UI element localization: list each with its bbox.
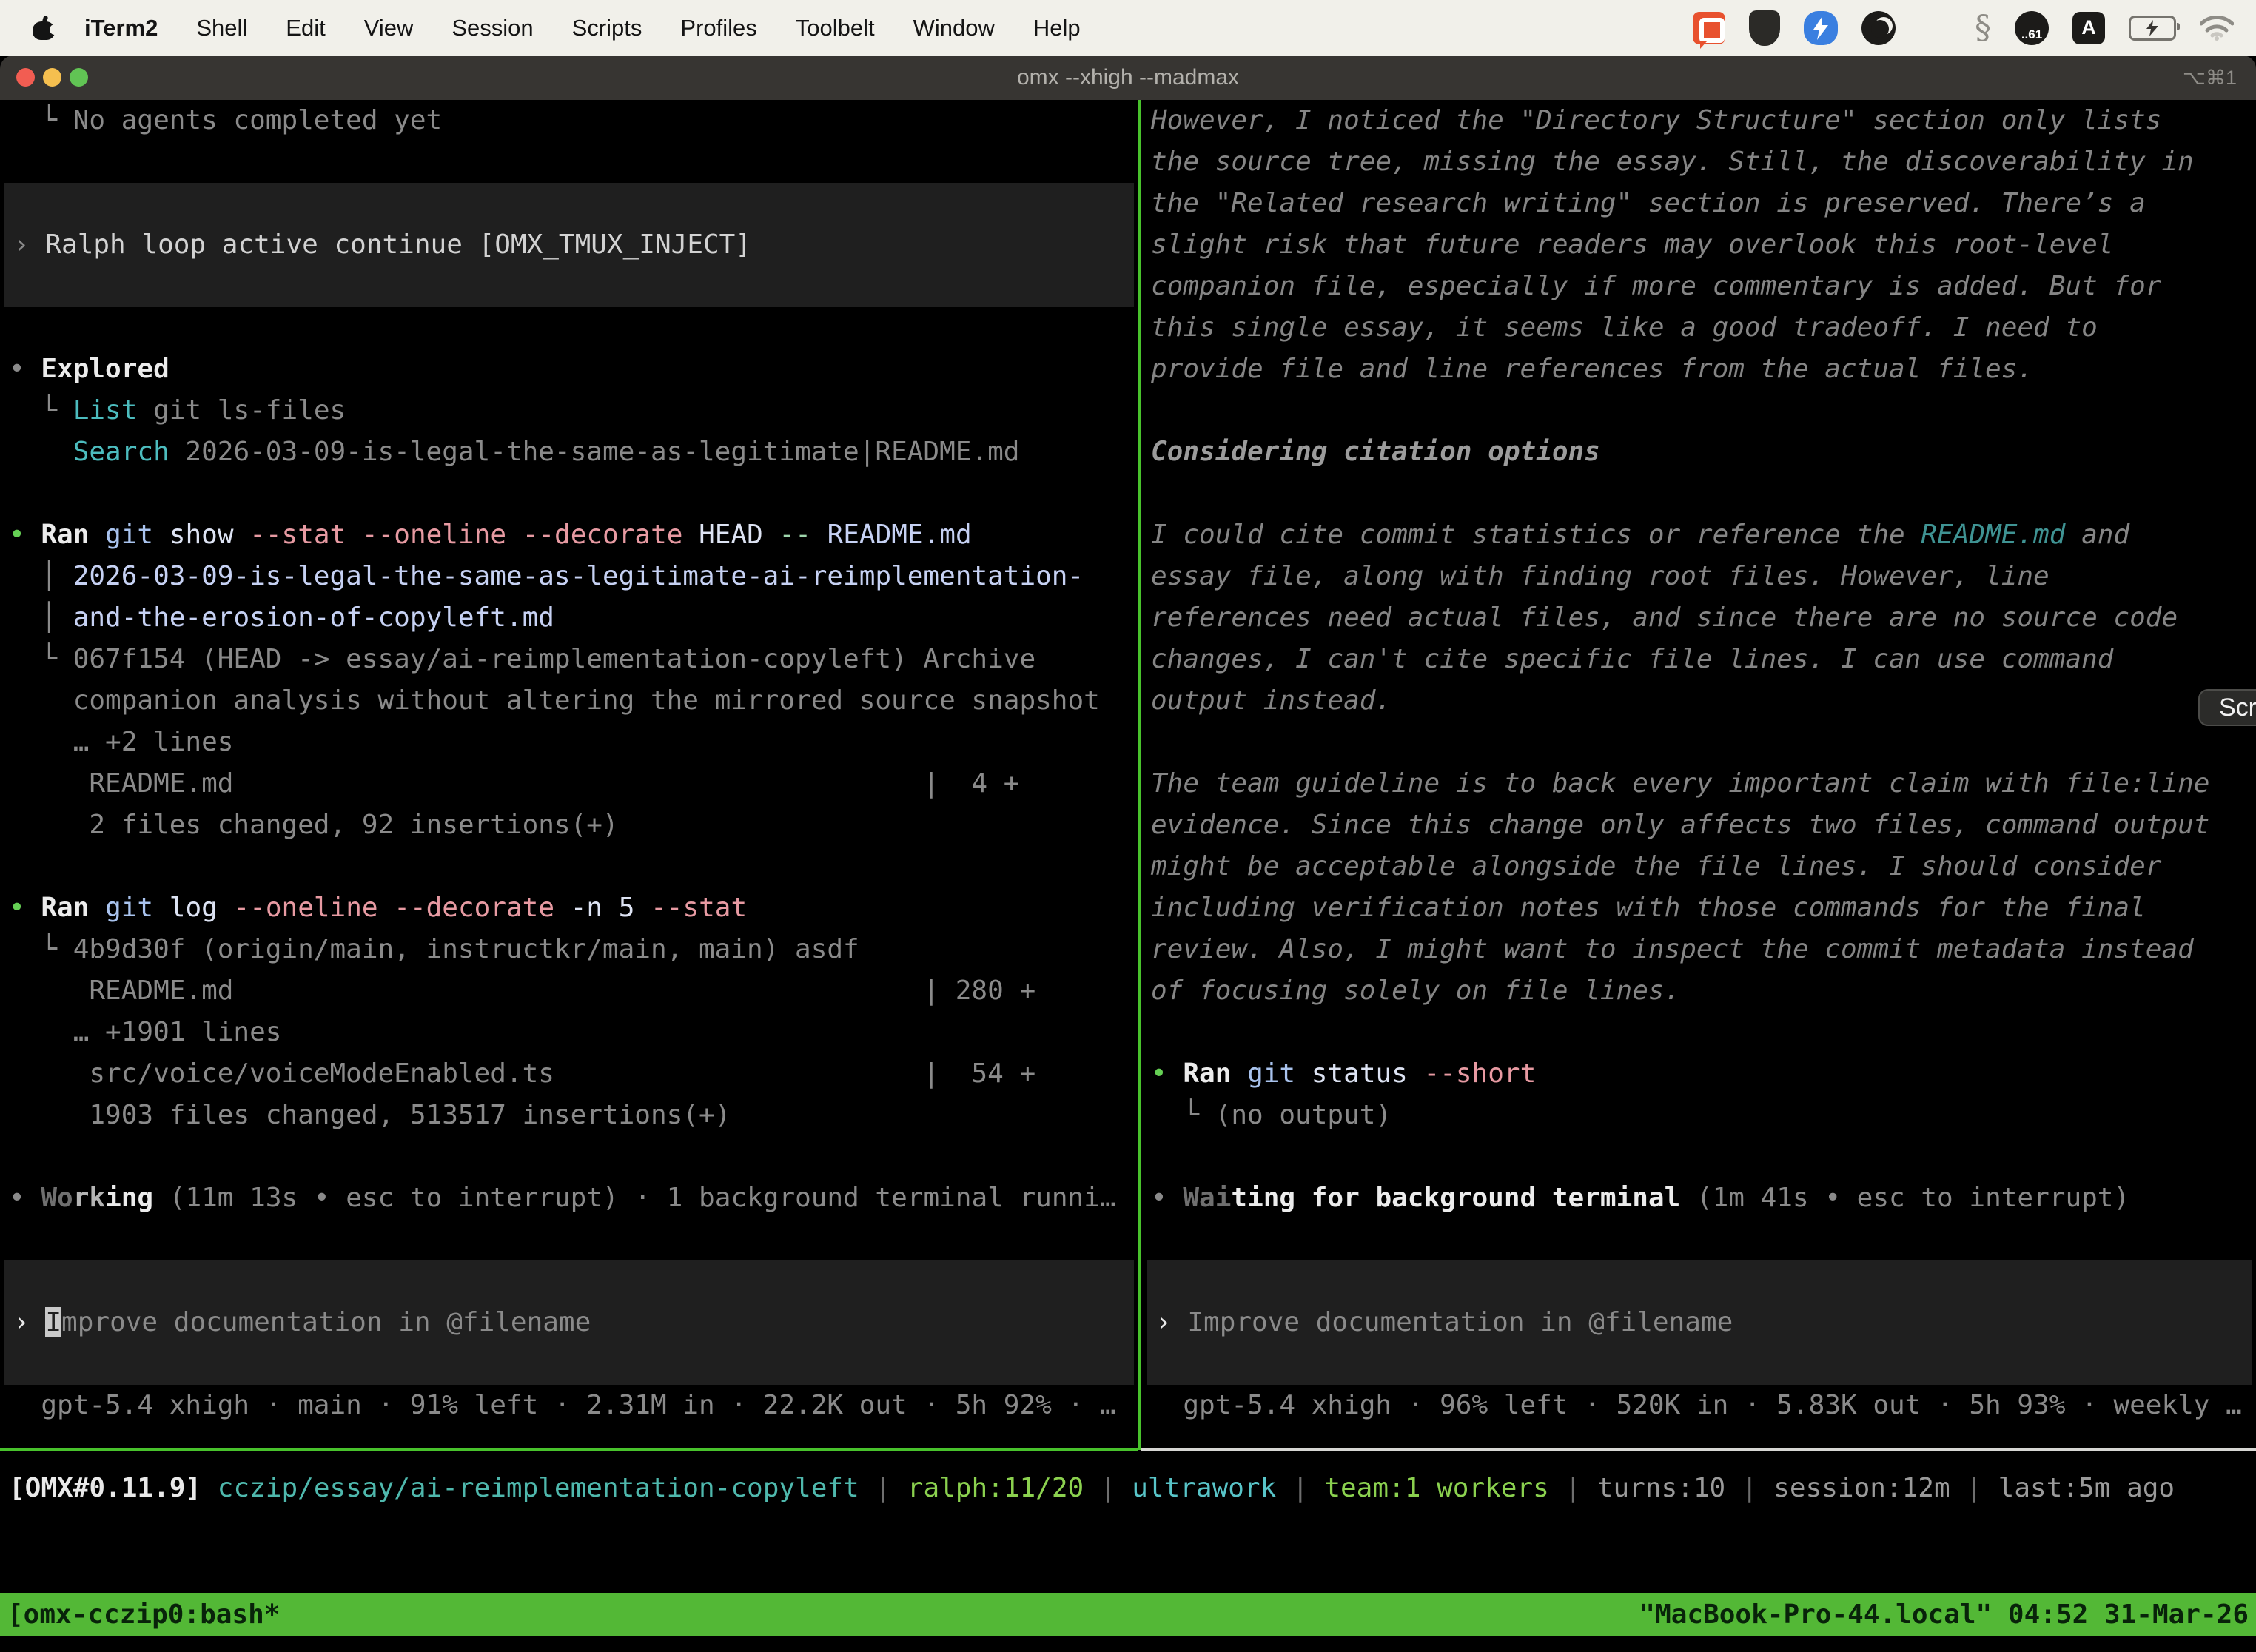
ralph-loop-panel: › Ralph loop active continue [OMX_TMUX_I… bbox=[4, 183, 1134, 307]
left-pane-bottom-border bbox=[0, 1448, 1138, 1451]
guideline-line: might be acceptable alongside the file l… bbox=[1142, 846, 2256, 887]
citation-line: I could cite commit statistics or refere… bbox=[1142, 514, 2256, 556]
right-pane-bottom-border bbox=[1141, 1448, 2256, 1451]
waiting-status-line: • Waiting for background terminal (1m 41… bbox=[1142, 1178, 2256, 1219]
citation-line: essay file, along with finding root file… bbox=[1142, 556, 2256, 597]
plus2-lines-line: … +2 lines bbox=[0, 722, 1138, 763]
search-line: Search 2026-03-09-is-legal-the-same-as-l… bbox=[0, 432, 1138, 473]
blue-bolt-badge-icon[interactable] bbox=[1804, 11, 1838, 45]
filename-line-2: │ and-the-erosion-of-copyleft.md bbox=[0, 597, 1138, 639]
filename-line-1: │ 2026-03-09-is-legal-the-same-as-legiti… bbox=[0, 556, 1138, 597]
reflection-line: However, I noticed the "Directory Struct… bbox=[1142, 100, 2256, 141]
commit-4b9-line: └ 4b9d30f (origin/main, instructkr/main,… bbox=[0, 929, 1138, 970]
no-output-line: └ (no output) bbox=[1142, 1095, 2256, 1136]
reflection-line: this single essay, it seems like a good … bbox=[1142, 307, 2256, 349]
menu-item-toolbelt[interactable]: Toolbelt bbox=[776, 15, 894, 41]
tmux-status-bar: [omx-cczip0:bash* "MacBook-Pro-44.local"… bbox=[0, 1593, 2256, 1636]
left-terminal-pane: └ No agents completed yet › Ralph loop a… bbox=[0, 100, 1138, 1448]
window-hotkey-label: ⌥⌘1 bbox=[2183, 56, 2237, 100]
wifi-icon[interactable] bbox=[2200, 16, 2234, 41]
menu-item-help[interactable]: Help bbox=[1014, 15, 1100, 41]
ralph-loop-line: › Ralph loop active continue [OMX_TMUX_I… bbox=[4, 224, 1134, 266]
dots-grid-icon[interactable] bbox=[1919, 12, 1951, 44]
model-status-left: gpt-5.4 xhigh · main · 91% left · 2.31M … bbox=[0, 1385, 1138, 1426]
guideline-line: evidence. Since this change only affects… bbox=[1142, 805, 2256, 846]
omx-status-line: [OMX#0.11.9] cczip/essay/ai-reimplementa… bbox=[0, 1468, 2256, 1509]
citation-line: output instead. bbox=[1142, 680, 2256, 722]
menu-item-window[interactable]: Window bbox=[894, 15, 1014, 41]
apple-logo-icon[interactable] bbox=[33, 16, 55, 40]
files-changed-line-2: 1903 files changed, 513517 insertions(+) bbox=[0, 1095, 1138, 1136]
chat-app-icon[interactable] bbox=[1693, 12, 1725, 44]
letter-a-icon[interactable]: A bbox=[2072, 12, 2105, 44]
menu-item-session[interactable]: Session bbox=[432, 15, 552, 41]
reflection-line: the "Related research writing" section i… bbox=[1142, 183, 2256, 224]
right-terminal-pane: However, I noticed the "Directory Struct… bbox=[1142, 100, 2256, 1448]
explored-line: • Explored bbox=[0, 349, 1138, 390]
thinking-heading: Considering citation options bbox=[1142, 432, 2256, 473]
guideline-line: review. Also, I might want to inspect th… bbox=[1142, 929, 2256, 970]
no-agents-line: └ No agents completed yet bbox=[0, 100, 1138, 141]
guideline-line: of focusing solely on file lines. bbox=[1142, 970, 2256, 1012]
stat-voice-line: src/voice/voiceModeEnabled.ts | 54 + bbox=[0, 1053, 1138, 1095]
list-line: └ List git ls-files bbox=[0, 390, 1138, 432]
reflection-line: provide file and line references from th… bbox=[1142, 349, 2256, 390]
menu-item-scripts[interactable]: Scripts bbox=[553, 15, 662, 41]
screen-share-overlay-label: Scre bbox=[2219, 694, 2256, 722]
citation-line: references need actual files, and since … bbox=[1142, 597, 2256, 639]
reflection-line: companion file, especially if more comme… bbox=[1142, 266, 2256, 307]
guideline-line: including verification notes with those … bbox=[1142, 887, 2256, 929]
stat-readme-280-line: README.md | 280 + bbox=[0, 970, 1138, 1012]
window-title-bar: omx --xhigh --madmax ⌥⌘1 bbox=[0, 56, 2256, 100]
ran-git-status-line: • Ran git status --short bbox=[1142, 1053, 2256, 1095]
model-status-right: gpt-5.4 xhigh · 96% left · 520K in · 5.8… bbox=[1142, 1385, 2256, 1426]
menu-item-edit[interactable]: Edit bbox=[266, 15, 344, 41]
commit-067-line: └ 067f154 (HEAD -> essay/ai-reimplementa… bbox=[0, 639, 1138, 680]
squiggle-icon[interactable]: § bbox=[1975, 12, 1991, 44]
keyboard-shield-icon[interactable] bbox=[1749, 10, 1780, 46]
window-title: omx --xhigh --madmax bbox=[0, 56, 2256, 100]
files-changed-line-1: 2 files changed, 92 insertions(+) bbox=[0, 805, 1138, 846]
tmux-session-label: [omx-cczip0:bash* bbox=[7, 1599, 280, 1630]
ran-git-log-line: • Ran git log --oneline --decorate -n 5 … bbox=[0, 887, 1138, 929]
pane-divider[interactable] bbox=[1138, 100, 1141, 1450]
menu-item-profiles[interactable]: Profiles bbox=[661, 15, 776, 41]
menu-item-iterm2[interactable]: iTerm2 bbox=[65, 15, 177, 41]
battery-icon[interactable] bbox=[2129, 16, 2176, 41]
plus1901-lines-line: … +1901 lines bbox=[0, 1012, 1138, 1053]
citation-line: changes, I can't cite specific file line… bbox=[1142, 639, 2256, 680]
tmux-host-clock-label: "MacBook-Pro-44.local" 04:52 31-Mar-26 bbox=[1639, 1599, 2249, 1630]
ran-git-show-line: • Ran git show --stat --oneline --decora… bbox=[0, 514, 1138, 556]
menubar-status-icons: § ..61 A bbox=[1693, 10, 2234, 46]
prompt-input-left[interactable]: › Improve documentation in @filename bbox=[4, 1260, 1134, 1385]
prompt-text-right: › Improve documentation in @filename bbox=[1147, 1302, 2252, 1343]
commit-message-line: companion analysis without altering the … bbox=[0, 680, 1138, 722]
working-status-line: • Working (11m 13s • esc to interrupt) ·… bbox=[0, 1178, 1138, 1219]
menu-item-shell[interactable]: Shell bbox=[177, 15, 266, 41]
reflection-line: slight risk that future readers may over… bbox=[1142, 224, 2256, 266]
prompt-text-left: › Improve documentation in @filename bbox=[4, 1302, 1134, 1343]
reflection-line: the source tree, missing the essay. Stil… bbox=[1142, 141, 2256, 183]
crescent-icon[interactable] bbox=[1861, 11, 1896, 45]
prompt-input-right[interactable]: › Improve documentation in @filename bbox=[1147, 1260, 2252, 1385]
badge-61-icon[interactable]: ..61 bbox=[2015, 11, 2049, 45]
menu-item-view[interactable]: View bbox=[345, 15, 433, 41]
guideline-line: The team guideline is to back every impo… bbox=[1142, 763, 2256, 805]
menu-items: iTerm2 Shell Edit View Session Scripts P… bbox=[65, 15, 1100, 41]
menu-bar: iTerm2 Shell Edit View Session Scripts P… bbox=[0, 0, 2256, 56]
stat-readme-4-line: README.md | 4 + bbox=[0, 763, 1138, 805]
screen-share-overlay-button[interactable]: Scre bbox=[2198, 689, 2256, 726]
